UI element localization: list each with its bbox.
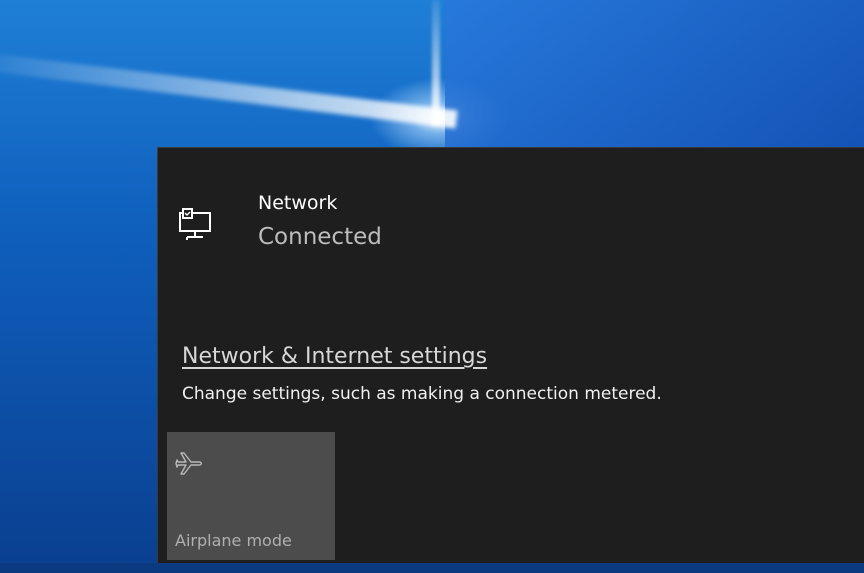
airplane-mode-tile[interactable]: Airplane mode: [167, 432, 335, 560]
taskbar-edge: [0, 563, 864, 573]
network-internet-settings-link[interactable]: Network & Internet settings: [182, 344, 487, 369]
airplane-icon: [175, 452, 202, 475]
wallpaper-window-pane: [445, 0, 864, 150]
wallpaper-light-beam-vertical: [432, 0, 440, 125]
network-name: Network: [258, 192, 338, 214]
airplane-mode-label: Airplane mode: [175, 531, 292, 550]
settings-description: Change settings, such as making a connec…: [182, 384, 662, 404]
wallpaper-light-beam: [0, 52, 458, 129]
wired-network-icon: [179, 208, 211, 240]
network-text: Network Connected: [258, 188, 382, 252]
network-status: Connected: [258, 224, 382, 250]
network-connection-item[interactable]: Network Connected: [178, 188, 382, 252]
